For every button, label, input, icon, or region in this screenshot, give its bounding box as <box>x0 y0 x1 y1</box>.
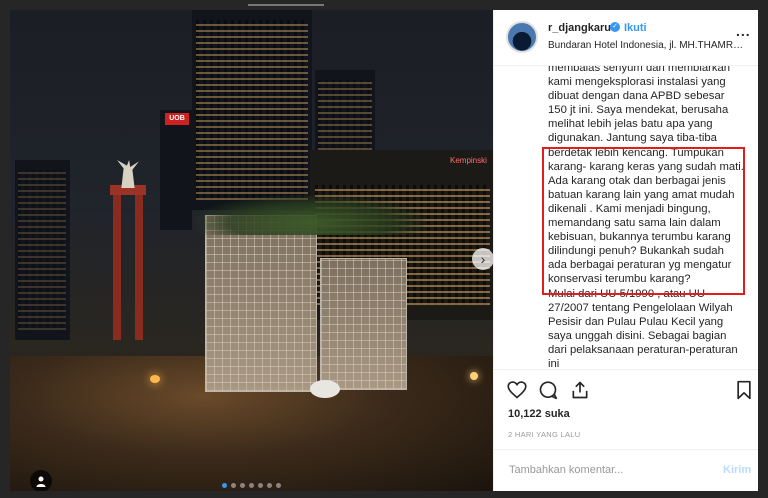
carousel-dot <box>249 483 254 488</box>
monument-pillar <box>135 190 143 340</box>
follow-button[interactable]: Ikuti <box>624 22 647 34</box>
user-tag-icon[interactable] <box>30 470 52 491</box>
caption-scroll-area[interactable]: membalas senyum dan membiarkan kami meng… <box>494 66 759 369</box>
carousel-dot <box>231 483 236 488</box>
next-post-edge[interactable] <box>758 10 768 491</box>
hotel-sign: Kempinski <box>450 156 487 165</box>
action-bar <box>494 369 759 410</box>
monument-pillar <box>113 190 121 340</box>
comment-icon[interactable] <box>538 380 558 400</box>
username-link[interactable]: r_djangkaru <box>548 22 611 34</box>
building-windows <box>18 170 66 330</box>
carousel-dot <box>276 483 281 488</box>
building-windows <box>196 20 308 200</box>
carousel-dot <box>240 483 245 488</box>
chevron-right-icon: › <box>480 251 486 267</box>
avatar[interactable] <box>506 21 538 53</box>
post-side-panel: r_djangkaru ✓ Ikuti Bundaran Hotel Indon… <box>493 10 759 491</box>
plants <box>195 195 425 235</box>
post-comment-button[interactable]: Kirim <box>723 464 751 476</box>
like-count[interactable]: 10,122 suka <box>508 408 570 420</box>
gabion-cage <box>205 215 317 392</box>
gabion-cage <box>320 258 407 390</box>
carousel-dot <box>258 483 263 488</box>
uob-sign: UOB <box>165 113 189 125</box>
comment-input[interactable] <box>507 463 701 477</box>
carousel-dot <box>222 483 227 488</box>
share-icon[interactable] <box>570 380 590 400</box>
welcome-statue <box>117 160 139 188</box>
verified-badge-icon: ✓ <box>610 22 620 32</box>
post-photo[interactable]: UOB Kempinski › <box>10 10 493 491</box>
post-header: r_djangkaru ✓ Ikuti Bundaran Hotel Indon… <box>494 10 759 66</box>
caption-text: membalas senyum dan membiarkan kami meng… <box>548 66 744 369</box>
building <box>160 110 192 230</box>
more-options-button[interactable]: ... <box>736 23 751 39</box>
carousel-dots <box>222 483 281 488</box>
top-scroll-indicator <box>248 4 324 6</box>
white-bag <box>310 380 340 398</box>
carousel-dot <box>267 483 272 488</box>
comment-form: Kirim <box>494 449 759 492</box>
ground-light <box>470 372 478 380</box>
location-link[interactable]: Bundaran Hotel Indonesia, jl. MH.THAMRIN… <box>548 40 744 51</box>
next-photo-button[interactable]: › <box>472 248 493 270</box>
post-timestamp[interactable]: 2 HARI YANG LALU <box>508 430 580 439</box>
ground-light <box>150 375 160 383</box>
bookmark-icon[interactable] <box>734 380 754 400</box>
heart-icon[interactable] <box>507 380 527 400</box>
